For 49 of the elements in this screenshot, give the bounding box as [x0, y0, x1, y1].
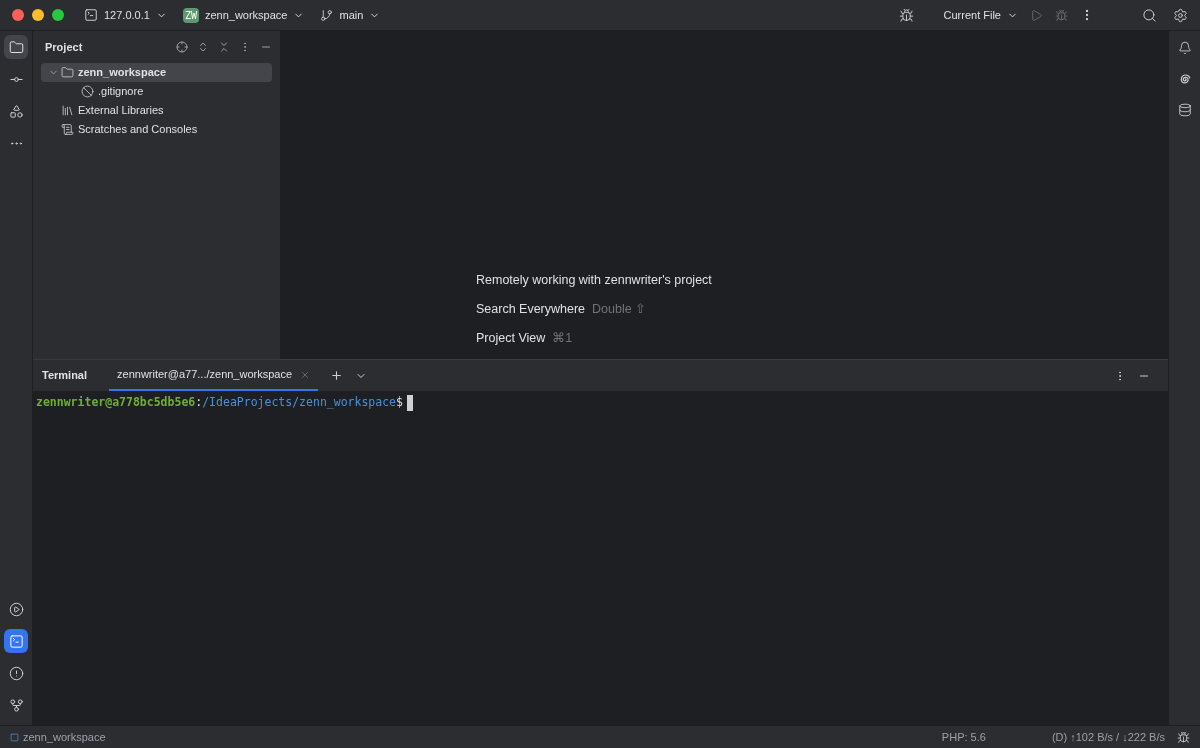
hint-text: Search Everywhere [476, 301, 586, 319]
prompt-path: /IdeaProjects/zenn_workspace [202, 394, 397, 411]
zoom-window-button[interactable] [52, 9, 64, 21]
tree-item[interactable]: zenn_workspace [41, 63, 272, 82]
branch-selector[interactable]: main [320, 6, 381, 24]
panel-title: Terminal [42, 368, 88, 384]
hint-text: Project View [476, 330, 546, 348]
tree-item[interactable]: .gitignore [41, 82, 272, 101]
library-icon [61, 104, 74, 117]
shortcut-text: Double ⇧ [592, 301, 647, 319]
module-icon [10, 732, 19, 742]
terminal-icon [84, 8, 98, 22]
close-icon[interactable] [300, 369, 311, 380]
debug-icon[interactable] [1055, 8, 1068, 22]
scratches-icon [61, 123, 74, 136]
php-version[interactable]: PHP: 5.6 [941, 728, 986, 746]
search-icon[interactable] [1142, 7, 1157, 23]
hint-text: Remotely working with zennwriter's project [476, 272, 712, 290]
network-speed: (D) ↑102 B/s / ↓222 B/s [1051, 729, 1165, 745]
bell-icon[interactable] [1177, 41, 1192, 55]
bug-icon[interactable] [1177, 730, 1190, 744]
text-cursor [407, 394, 413, 411]
close-window-button[interactable] [12, 9, 24, 21]
minimize-window-button[interactable] [32, 9, 44, 21]
settings-icon[interactable] [1173, 7, 1188, 23]
folder-icon [61, 66, 74, 79]
locate-icon[interactable] [176, 41, 188, 53]
project-badge: ZW [182, 7, 199, 23]
panel-title: Project [45, 39, 83, 55]
tree-item[interactable]: External Libraries [41, 101, 272, 120]
prompt-user: zennwriter@a778bc5db5e6 [36, 394, 196, 411]
ignored-file-icon [81, 85, 94, 98]
host-selector[interactable]: 127.0.0.1 [84, 6, 167, 24]
terminal-icon[interactable] [4, 629, 28, 653]
expand-all-icon[interactable] [197, 41, 209, 53]
prompt-symbol: $ [396, 394, 403, 411]
collapse-all-icon[interactable] [218, 41, 230, 53]
tree-item[interactable]: Scratches and Consoles [41, 120, 272, 139]
run-config-selector[interactable]: Current File [943, 6, 1018, 24]
status-project[interactable]: zenn_workspace [23, 728, 106, 746]
add-icon[interactable] [330, 369, 344, 382]
branch-icon [320, 8, 334, 22]
shortcut-text: ⌘1 [552, 330, 573, 348]
folder-icon[interactable] [4, 35, 28, 59]
terminal-tab[interactable]: zennwriter@a77.../zenn_workspace [109, 360, 319, 391]
database-icon[interactable] [1177, 103, 1192, 117]
bug-icon[interactable] [898, 7, 914, 23]
prompt-separator: : [195, 394, 203, 411]
project-selector[interactable]: ZW zenn_workspace [182, 6, 305, 24]
